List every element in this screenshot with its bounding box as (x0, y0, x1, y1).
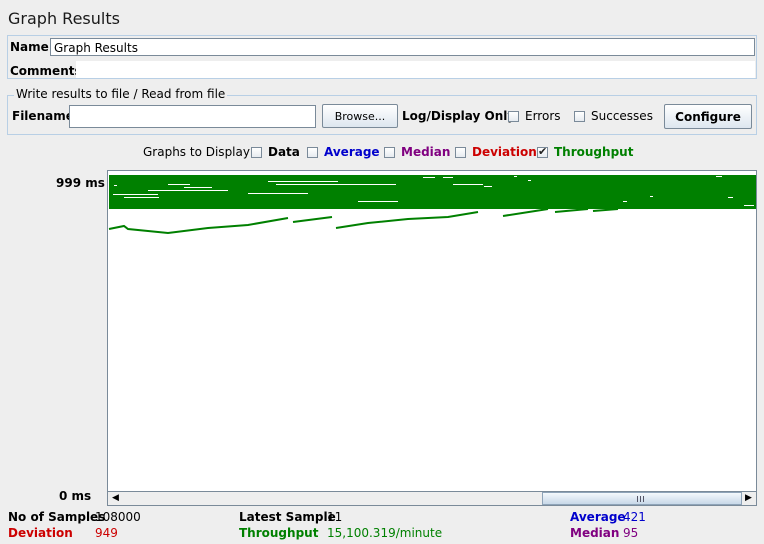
median-stat-label: Median (570, 526, 620, 540)
data-label: Data (268, 145, 300, 159)
errors-label: Errors (525, 109, 561, 123)
scroll-left-arrow-icon[interactable]: ◀ (110, 493, 121, 504)
average-stat-label: Average (570, 510, 626, 524)
median-checkbox[interactable] (384, 146, 395, 158)
throughput-stat-value: 15,100.319/minute (327, 526, 443, 540)
deviation-label: Deviation (472, 145, 537, 159)
data-checkbox[interactable] (251, 146, 262, 158)
errors-checkbox[interactable] (508, 110, 519, 122)
graph-canvas (108, 175, 756, 235)
average-checkbox[interactable] (307, 146, 318, 158)
throughput-series (108, 208, 619, 235)
log-display-label: Log/Display Only: (402, 109, 520, 123)
throughput-label: Throughput (554, 145, 634, 159)
comments-field[interactable] (76, 61, 755, 78)
comments-label: Comments: (10, 64, 87, 78)
throughput-stat-label: Throughput (239, 526, 319, 540)
graphs-to-display-label: Graphs to Display (143, 145, 250, 159)
filename-input[interactable] (69, 105, 316, 128)
samples-value: 108000 (95, 510, 141, 524)
horizontal-scrollbar[interactable]: ◀ ▶ (107, 491, 757, 506)
latest-sample-label: Latest Sample (239, 510, 336, 524)
average-label: Average (324, 145, 380, 159)
scrollbar-thumb[interactable] (542, 492, 742, 505)
median-label: Median (401, 145, 451, 159)
successes-checkbox[interactable] (574, 110, 585, 122)
filename-label: Filename (12, 109, 74, 123)
configure-button[interactable]: Configure (664, 104, 752, 129)
graph-plot-area (107, 170, 757, 506)
scroll-right-arrow-icon[interactable]: ▶ (743, 493, 754, 504)
file-group-legend: Write results to file / Read from file (14, 87, 228, 101)
deviation-checkbox[interactable] (455, 146, 466, 158)
y-axis-min-label: 0 ms (59, 489, 92, 503)
y-axis-max-label: 999 ms (56, 176, 105, 190)
throughput-checkbox[interactable] (537, 145, 548, 158)
median-stat-value: 95 (623, 526, 639, 540)
panel-title: Graph Results (8, 9, 120, 28)
latest-sample-value: 11 (327, 510, 343, 524)
average-stat-value: 421 (623, 510, 646, 524)
name-field[interactable]: Graph Results (50, 38, 755, 56)
deviation-stat-label: Deviation (8, 526, 73, 540)
deviation-stat-value: 949 (95, 526, 118, 540)
samples-label: No of Samples (8, 510, 106, 524)
successes-label: Successes (591, 109, 653, 123)
browse-button[interactable]: Browse... (322, 104, 398, 128)
samples-band (109, 175, 756, 209)
name-label: Name: (10, 40, 54, 54)
